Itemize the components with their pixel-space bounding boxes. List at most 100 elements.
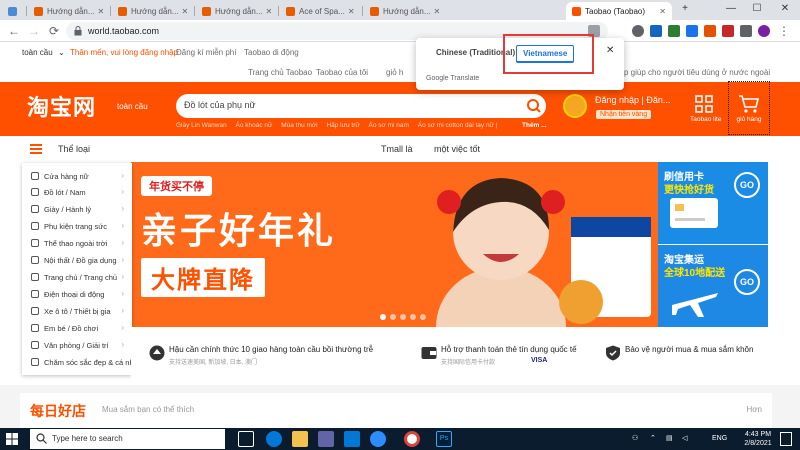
menu-icon[interactable] [30,144,42,154]
hero-banner[interactable]: 年货买不停 亲子好年礼 大牌直降 [131,162,658,327]
maximize-button[interactable]: ☐ [748,3,766,14]
tab-close-icon[interactable]: ✕ [95,7,105,16]
taskbar-search-input[interactable]: Type here to search [52,434,123,443]
taobao-home-link[interactable]: Trang chủ Taobao [248,68,312,77]
back-icon[interactable]: ← [6,23,22,39]
input-language[interactable]: ENG [712,435,727,442]
header-login[interactable]: Đăng nhập | Đăn... [595,95,670,105]
tab-close-icon[interactable]: ✕ [263,7,273,16]
browser-tab[interactable]: Hướng dẫn... ✕ [28,2,108,20]
network-icon[interactable]: ▤ [666,434,673,442]
tab-close-icon[interactable]: ✕ [656,7,666,16]
hot-keyword[interactable]: Mùa thu mới [281,122,317,129]
category-title[interactable]: Thể loại [58,144,90,154]
browser-tab[interactable]: Ace of Spa... ✕ [280,2,360,20]
category-item[interactable]: Em bé / Đồ chơi › [22,321,132,337]
carousel-dot[interactable] [410,314,416,320]
carousel-dot[interactable] [380,314,386,320]
hot-keyword[interactable]: Hấp lưu trữ [326,122,359,129]
browser-tab[interactable]: Hướng dẫn... ✕ [112,2,192,20]
search-icon[interactable] [524,96,544,116]
browser-tab[interactable]: Hướng dẫn... ✕ [196,2,276,20]
my-taobao-link[interactable]: Taobao của tôi [316,68,368,77]
puzzle-icon[interactable] [740,25,752,37]
search-box[interactable]: Đồ lót của phụ nữ [176,94,546,118]
windows-start-icon[interactable] [6,433,18,445]
extension-icon[interactable] [704,25,716,37]
register-link[interactable]: Đăng kí miễn phí [176,48,236,57]
minimize-button[interactable]: — [722,3,740,14]
login-label[interactable]: Đăng nhập [595,95,639,105]
category-item[interactable]: Phụ kiện trang sức › [22,219,132,235]
hot-keyword[interactable]: Áo sơ mi cotton dài tay nữ | [418,122,498,129]
category-item[interactable]: Trang chủ / Trang chủ › [22,270,132,286]
login-link[interactable]: Thân mến, vui lòng đăng nhập [70,48,178,57]
browser-tab-active[interactable]: Taobao (Taobao) ✕ [566,2,672,20]
new-tab-button[interactable]: + [676,3,694,14]
zoom-icon[interactable] [370,431,386,447]
reload-icon[interactable]: ⟳ [46,23,62,39]
extension-icon[interactable] [668,25,680,37]
tmall-link[interactable]: Tmall là [381,144,413,154]
forward-icon[interactable]: → [26,23,42,39]
category-item[interactable]: Xe ô tô / Thiết bị gia › [22,304,132,320]
region-selector[interactable]: toàn cầu [22,48,53,57]
extension-icon[interactable] [722,25,734,37]
category-item[interactable]: Thể thao ngoài trời › [22,236,132,252]
hot-keyword[interactable]: Giày Lin Wanwan [176,122,227,129]
more-keywords-link[interactable]: Thêm ... [522,122,547,129]
category-item[interactable]: Nội thất / Đồ gia dụng › [22,253,132,269]
category-item[interactable]: Đồ lót / Nam › [22,185,132,201]
hot-keyword[interactable]: Áo khoác nữ [236,122,273,129]
file-explorer-icon[interactable] [292,431,308,447]
carousel-dot[interactable] [400,314,406,320]
help-link[interactable]: p giúp cho người tiêu dùng ở nước ngoài [624,68,770,77]
tab-close-icon[interactable]: ✕ [179,7,189,16]
photoshop-icon[interactable]: Ps [436,431,452,447]
mail-icon[interactable] [344,431,360,447]
more-menu-icon[interactable]: ⋮ [776,23,792,39]
go-button[interactable]: GO [734,172,760,198]
register-label[interactable]: Đăn... [646,95,670,105]
credit-card-ad[interactable]: 刷信用卡 更快抢好货 GO [658,162,768,244]
taobao-logo[interactable]: 淘宝网 [27,90,96,122]
search-input[interactable]: Đồ lót của phụ nữ [184,100,256,110]
category-item[interactable]: Văn phòng / Giải trí › [22,338,132,354]
carousel-dot[interactable] [390,314,396,320]
edge-icon[interactable] [266,431,282,447]
category-item[interactable]: Chăm sóc sắc đẹp & cá nhân [22,355,142,373]
category-item[interactable]: Cửa hàng nữ › [22,169,132,185]
category-item[interactable]: Điện thoại di động › [22,287,132,303]
shipping-ad[interactable]: 淘宝集运 全球10地配送 GO [658,245,768,327]
category-item[interactable]: Giày / Hành lý › [22,202,132,218]
taskbar-search[interactable]: Type here to search [30,429,225,449]
daily-shops-more-link[interactable]: Hơn [747,405,762,414]
hot-keyword[interactable]: Áo sơ mi nam [369,122,409,129]
go-button[interactable]: GO [734,269,760,295]
extension-icon[interactable] [650,25,662,37]
gold-coin-badge[interactable]: Nhận tiền vàng [596,110,652,119]
tab-close-icon[interactable]: ✕ [431,7,441,16]
store-icon[interactable] [318,431,334,447]
avatar[interactable] [563,94,587,118]
chevron-up-icon[interactable]: ⌃ [650,434,656,442]
profile-avatar[interactable] [758,25,770,37]
notification-icon[interactable] [780,432,792,446]
cart-link[interactable]: giỏ h [386,68,403,77]
good-deal-link[interactable]: một việc tốt [434,144,480,154]
task-view-icon[interactable] [238,431,254,447]
people-icon[interactable]: ⚇ [632,434,638,442]
mobile-link[interactable]: Taobao di động [244,48,299,57]
translate-close-icon[interactable]: ✕ [606,45,614,56]
volume-icon[interactable]: ◁ [682,434,687,442]
extension-icon[interactable] [632,25,644,37]
browser-tab[interactable]: Hướng dẫn... ✕ [364,2,444,20]
taobao-lite-button[interactable]: Taobao lite [690,94,721,123]
browser-tab[interactable] [2,2,24,20]
carousel-dot[interactable] [420,314,426,320]
taskbar-clock[interactable]: 4:43 PM 2/8/2021 [738,430,778,448]
tab-close-icon[interactable]: ✕ [345,7,355,16]
window-close-button[interactable]: ✕ [776,3,794,14]
extension-icon[interactable] [686,25,698,37]
chrome-icon[interactable] [404,431,420,447]
